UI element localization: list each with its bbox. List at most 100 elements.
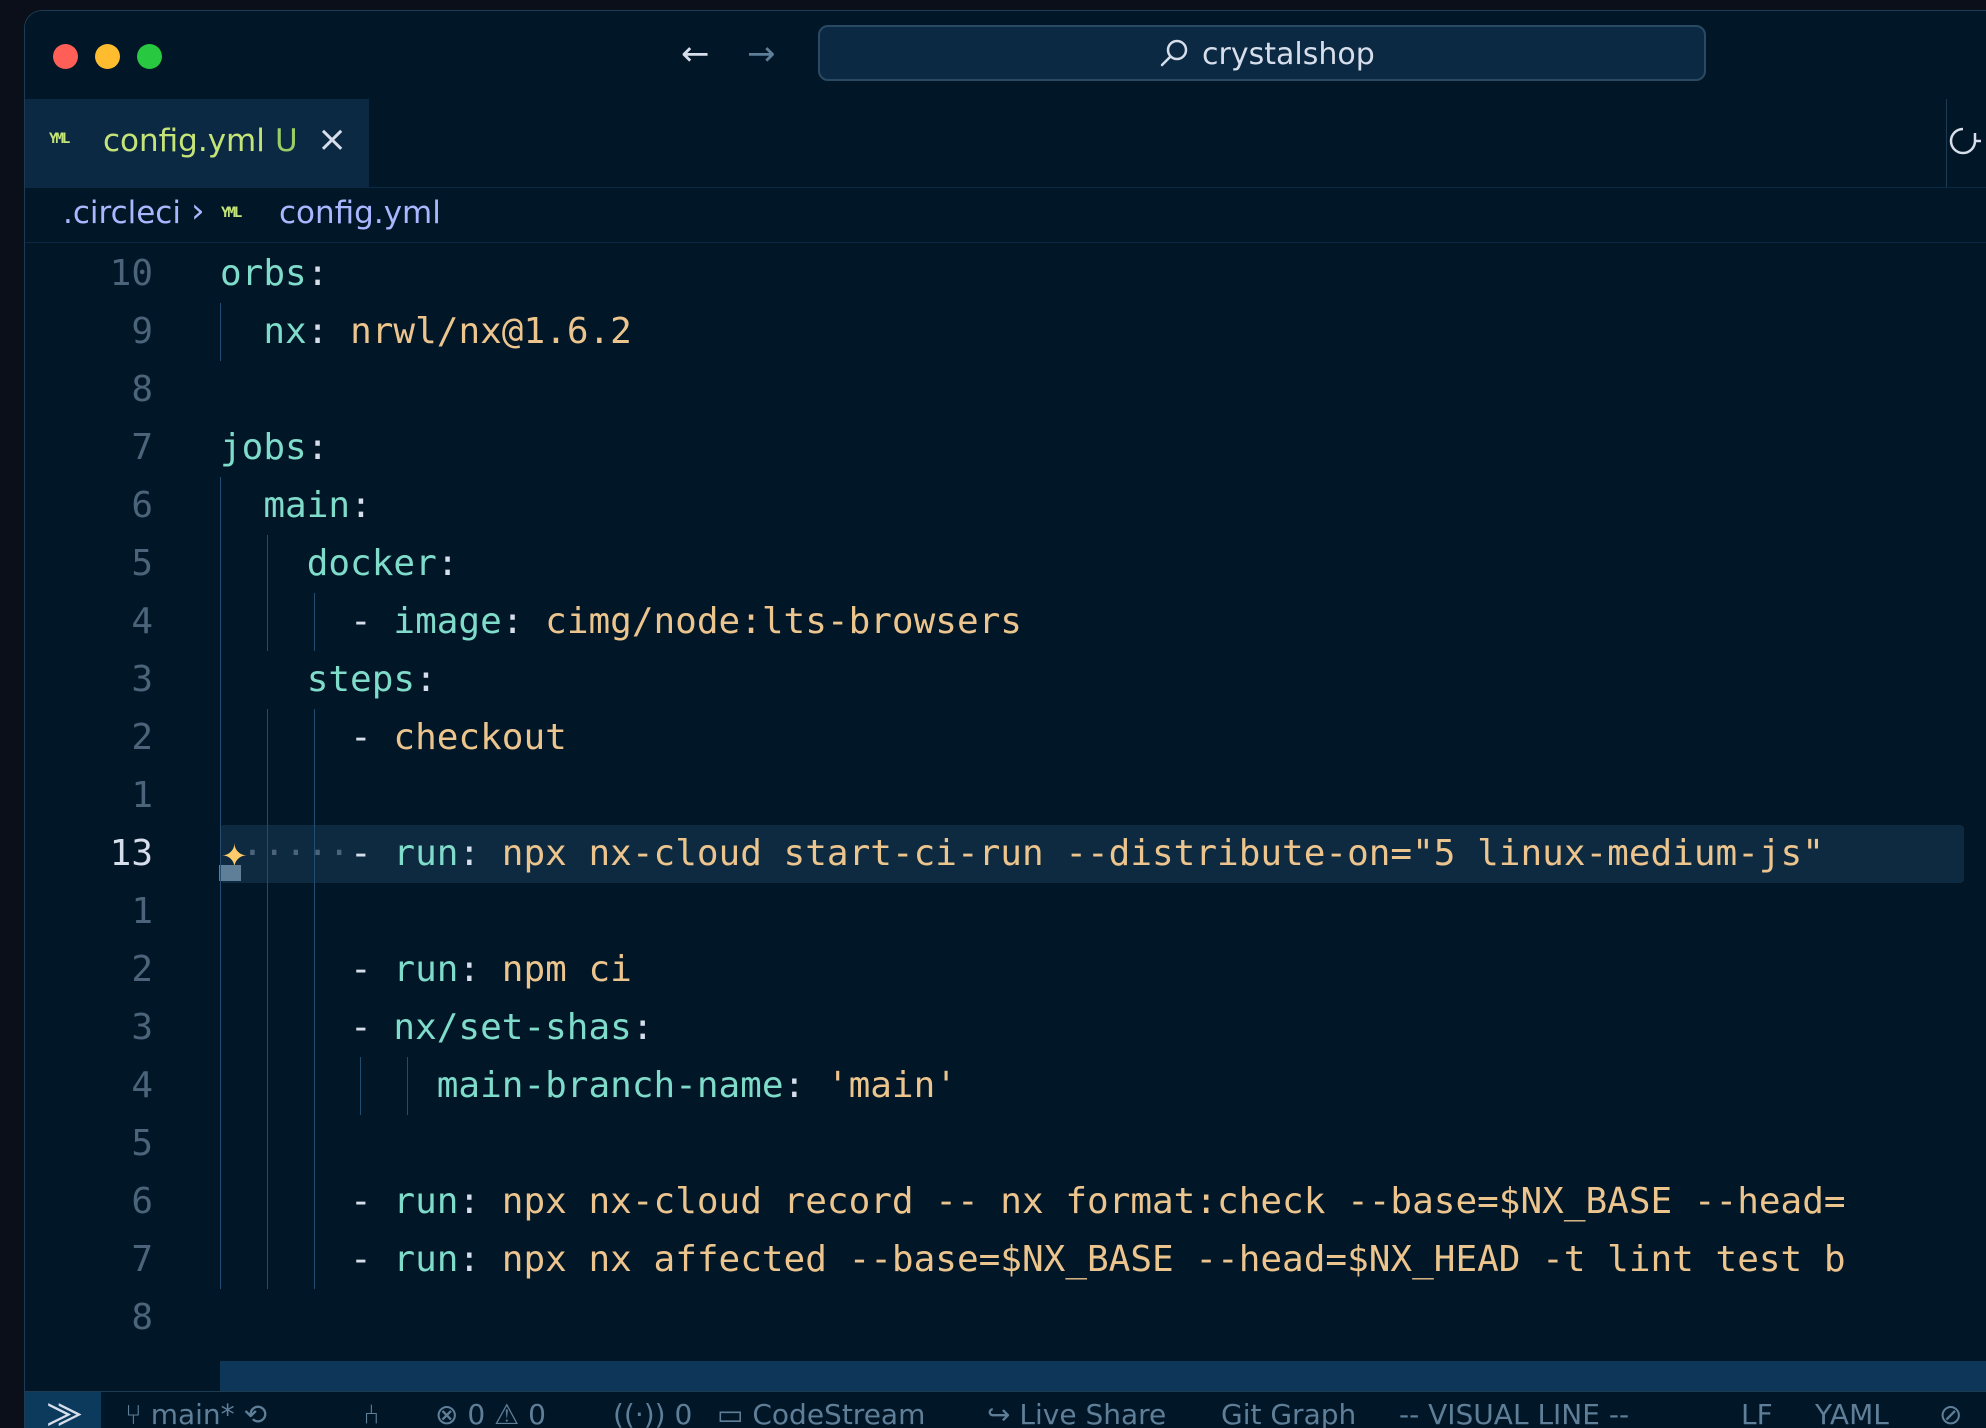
codestream-button[interactable]: ▭ CodeStream xyxy=(717,1398,925,1428)
code-line[interactable]: 2 - run: npm ci xyxy=(25,941,1986,999)
search-text: crystalshop xyxy=(1202,37,1375,72)
breadcrumb: .circleci › YML config.yml xyxy=(25,187,1986,243)
yaml-key: main-branch-name xyxy=(436,1065,784,1106)
code-text: main-branch-name: 'main' xyxy=(436,1065,957,1106)
live-share-label: Live Share xyxy=(1019,1398,1167,1428)
yaml-key: main xyxy=(263,485,351,526)
editor-scroll-highlight xyxy=(220,1361,1986,1391)
breadcrumb-file[interactable]: config.yml xyxy=(279,195,441,231)
line-number: 8 xyxy=(131,1297,153,1338)
line-number: 7 xyxy=(131,427,153,468)
code-line[interactable]: 8 xyxy=(25,361,1986,419)
yaml-key: nx/set-shas xyxy=(393,1007,632,1048)
minimize-window-button[interactable] xyxy=(95,44,120,69)
indent-guide xyxy=(313,593,315,651)
indent-guide xyxy=(220,477,221,1289)
code-line[interactable]: 7 jobs: xyxy=(25,419,1986,477)
code-text: nx: nrwl/nx@1.6.2 xyxy=(263,311,632,352)
code-text: steps: xyxy=(306,659,437,700)
code-line[interactable]: 1 xyxy=(25,767,1986,825)
code-line-current[interactable]: 13 ·····- run: npx nx-cloud start-ci-run… xyxy=(25,825,1986,883)
line-number: 2 xyxy=(131,949,153,990)
code-line[interactable]: 5 docker: xyxy=(25,535,1986,593)
yaml-key: run xyxy=(393,1239,459,1280)
git-graph-button[interactable]: Git Graph xyxy=(1221,1398,1356,1428)
live-share-button[interactable]: ↪ Live Share xyxy=(987,1398,1166,1428)
branch-label: main* xyxy=(150,1398,235,1428)
search-icon xyxy=(1160,39,1188,67)
problems-button[interactable]: ⊗ 0 ⚠ 0 xyxy=(435,1398,546,1428)
yaml-key: steps xyxy=(306,659,416,700)
code-text: jobs: xyxy=(220,427,329,468)
chevron-right-icon: › xyxy=(191,191,205,231)
code-line[interactable]: 5 xyxy=(25,1115,1986,1173)
git-branch-icon: ⑂ xyxy=(125,1398,151,1428)
line-number: 2 xyxy=(131,717,153,758)
yaml-value: npx nx affected --base=$NX_BASE --head=$… xyxy=(501,1239,1846,1280)
yaml-value: 'main' xyxy=(826,1065,957,1106)
line-number: 1 xyxy=(131,775,153,816)
history-icon[interactable] xyxy=(1947,121,1986,161)
line-number: 1 xyxy=(131,891,153,932)
sync-icon[interactable]: ⟲ xyxy=(244,1398,267,1428)
command-center-search[interactable]: crystalshop xyxy=(818,25,1706,81)
error-count: 0 xyxy=(467,1398,486,1428)
text-cursor xyxy=(219,865,241,881)
eol-selector[interactable]: LF xyxy=(1741,1398,1773,1428)
code-editor[interactable]: 10 orbs: 9 nx: nrwl/nx@1.6.2 8 7 jobs: 6 main:… xyxy=(25,243,1986,1391)
yml-icon: YML xyxy=(49,131,70,147)
line-number: 5 xyxy=(131,543,153,584)
code-line[interactable]: 4 - image: cimg/node:lts-browsers xyxy=(25,593,1986,651)
code-text: - run: npm ci xyxy=(350,949,632,990)
yaml-key: run xyxy=(393,949,459,990)
warning-icon: ⚠ xyxy=(494,1398,529,1428)
share-arrow-icon: ↪ xyxy=(987,1398,1020,1428)
code-line[interactable]: 7 - run: npx nx affected --base=$NX_BASE… xyxy=(25,1231,1986,1289)
code-line[interactable]: 6 main: xyxy=(25,477,1986,535)
yaml-value: npx nx-cloud record -- nx format:check -… xyxy=(501,1181,1846,1222)
pull-request-icon[interactable]: ⑃ xyxy=(363,1398,380,1428)
git-branch-button[interactable]: ⑂ main* ⟲ xyxy=(125,1398,267,1428)
remote-indicator-button[interactable]: ⨠ xyxy=(25,1392,101,1428)
comment-icon: ▭ xyxy=(717,1398,753,1428)
back-arrow-icon[interactable]: ← xyxy=(681,37,710,71)
language-mode-selector[interactable]: YAML xyxy=(1815,1398,1889,1428)
copilot-disabled-icon[interactable]: ⊘ xyxy=(1939,1398,1962,1428)
yaml-value: nrwl/nx@1.6.2 xyxy=(350,311,632,352)
code-line[interactable]: 6 - run: npx nx-cloud record -- nx forma… xyxy=(25,1173,1986,1231)
ports-count: 0 xyxy=(674,1398,693,1428)
code-text: docker: xyxy=(306,543,459,584)
tab-bar: YML config.yml U × xyxy=(25,99,1986,188)
tab-config-yml[interactable]: YML config.yml U × xyxy=(25,99,369,187)
code-line[interactable]: 1 xyxy=(25,883,1986,941)
close-window-button[interactable] xyxy=(53,44,78,69)
line-number: 10 xyxy=(109,253,153,294)
code-line[interactable]: 4 main-branch-name: 'main' xyxy=(25,1057,1986,1115)
maximize-window-button[interactable] xyxy=(137,44,162,69)
code-text: orbs: xyxy=(220,253,329,294)
forward-arrow-icon[interactable]: → xyxy=(747,37,776,71)
code-line[interactable]: 10 orbs: xyxy=(25,245,1986,303)
code-line[interactable]: 3 steps: xyxy=(25,651,1986,709)
code-line[interactable]: 9 nx: nrwl/nx@1.6.2 xyxy=(25,303,1986,361)
code-line[interactable]: 2 - checkout xyxy=(25,709,1986,767)
line-number: 6 xyxy=(131,1181,153,1222)
yaml-key: jobs xyxy=(220,427,307,468)
code-line[interactable]: 3 - nx/set-shas: xyxy=(25,999,1986,1057)
line-number: 8 xyxy=(131,369,153,410)
close-icon[interactable]: × xyxy=(317,119,347,160)
ports-button[interactable]: ((·)) 0 xyxy=(613,1398,692,1428)
indent-guide xyxy=(220,303,221,361)
code-text: - run: npx nx affected --base=$NX_BASE -… xyxy=(350,1239,1846,1280)
code-text: - nx/set-shas: xyxy=(350,1007,654,1048)
code-text: main: xyxy=(263,485,372,526)
editor-window: ← → crystalshop YML config.yml U × .circ… xyxy=(24,10,1986,1428)
breadcrumb-folder[interactable]: .circleci xyxy=(63,195,181,231)
indent-guide xyxy=(313,709,315,1289)
indent-guide xyxy=(360,1057,362,1115)
line-number: 5 xyxy=(131,1123,153,1164)
indent-guide xyxy=(266,535,268,651)
remote-icon: ⨠ xyxy=(47,1396,83,1428)
code-line[interactable]: 8 xyxy=(25,1289,1986,1347)
line-number: 3 xyxy=(131,1007,153,1048)
